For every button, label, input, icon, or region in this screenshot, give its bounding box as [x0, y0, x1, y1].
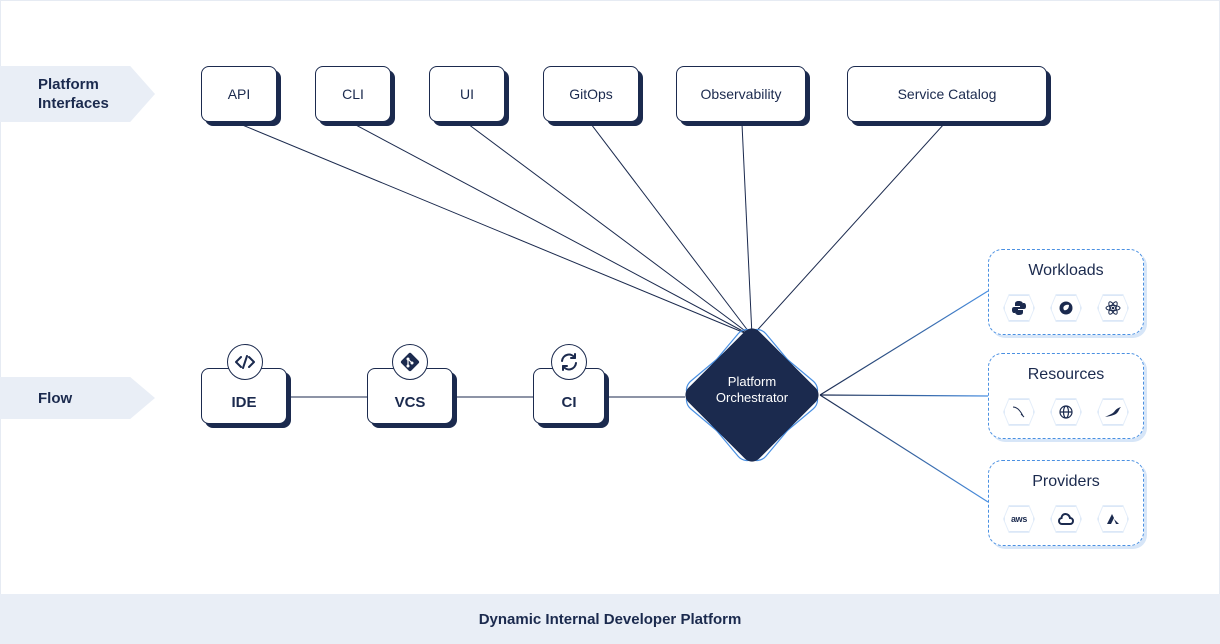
react-icon [1098, 295, 1128, 321]
mariadb-icon [1098, 399, 1128, 425]
code-icon [227, 344, 263, 380]
link-observability [741, 123, 753, 337]
link-api [239, 123, 753, 337]
group-title: Workloads [1028, 262, 1104, 279]
group-workloads[interactable]: Workloads [988, 249, 1144, 335]
python-icon [1004, 295, 1034, 321]
interface-api[interactable]: API [201, 66, 277, 122]
lane-label: Platform Interfaces [38, 76, 109, 112]
footer-title: Dynamic Internal Developer Platform [0, 594, 1220, 644]
interface-observability[interactable]: Observability [676, 66, 806, 122]
interface-ui[interactable]: UI [429, 66, 505, 122]
git-icon [392, 344, 428, 380]
interface-gitops[interactable]: GitOps [543, 66, 639, 122]
interface-cli[interactable]: CLI [315, 66, 391, 122]
group-resources[interactable]: Resources [988, 353, 1144, 439]
dns-globe-icon [1051, 399, 1081, 425]
link-resources [819, 394, 989, 397]
aws-icon: aws [1004, 506, 1034, 532]
orchestrator-label: Platform Orchestrator [715, 374, 789, 405]
link-service-catalog [751, 123, 945, 337]
spring-icon [1051, 295, 1081, 321]
group-providers[interactable]: Providers aws [988, 460, 1144, 546]
lane-platform-interfaces: Platform Interfaces [0, 66, 155, 122]
azure-icon [1098, 506, 1128, 532]
link-workloads [819, 290, 989, 396]
link-providers [819, 394, 989, 503]
lane-flow: Flow [0, 377, 155, 419]
google-cloud-icon [1051, 506, 1081, 532]
sync-icon [551, 344, 587, 380]
group-title: Providers [1032, 473, 1100, 490]
interface-service-catalog[interactable]: Service Catalog [847, 66, 1047, 122]
link-cli [353, 123, 753, 337]
link-gitops [590, 123, 753, 337]
link-ui [467, 123, 753, 337]
mysql-icon [1004, 399, 1034, 425]
lane-label: Flow [38, 389, 73, 407]
group-title: Resources [1027, 366, 1105, 383]
